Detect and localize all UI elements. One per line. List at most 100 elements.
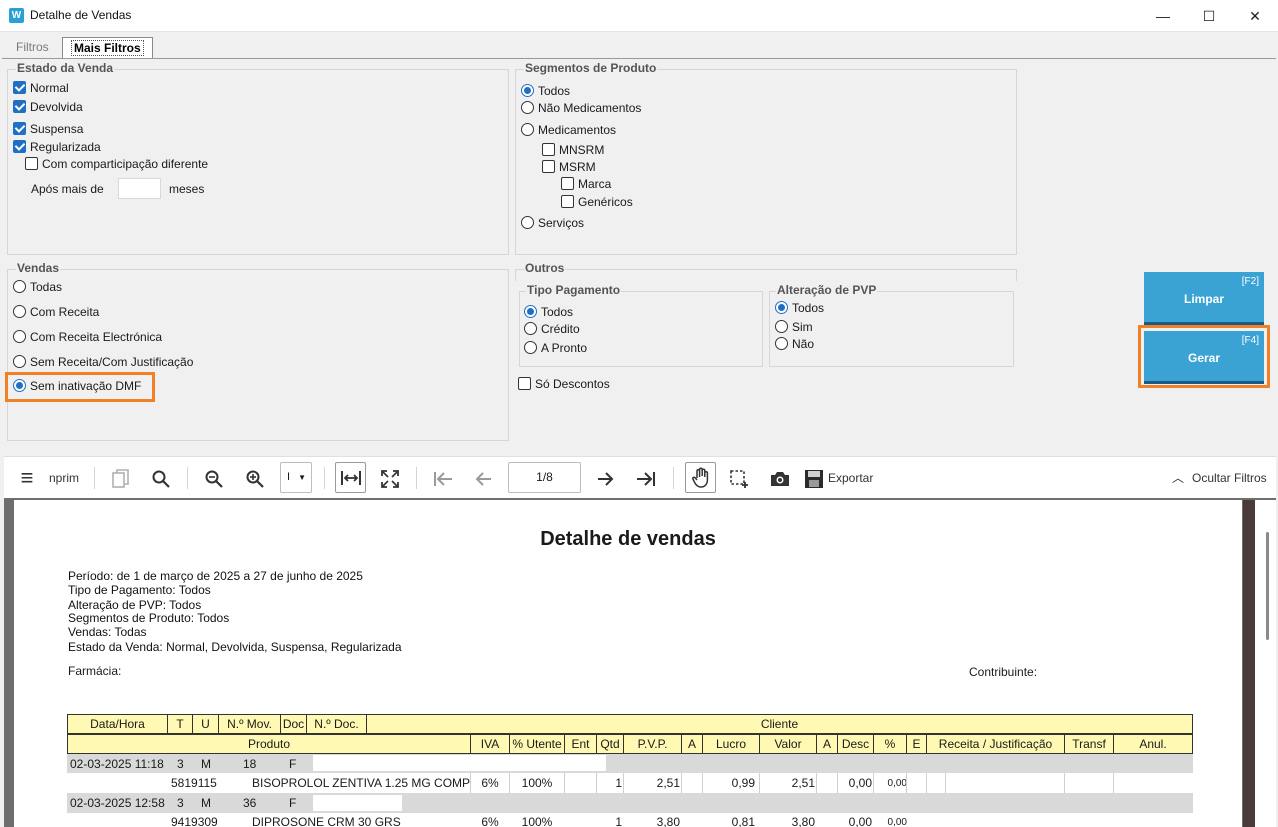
window-title: Detalhe de Vendas <box>30 8 132 22</box>
seg-nao-medicamentos-radio[interactable]: Não Medicamentos <box>521 100 641 116</box>
minimize-button[interactable]: — <box>1140 0 1186 32</box>
zoom-out-icon[interactable] <box>201 457 227 499</box>
zoom-in-icon[interactable] <box>242 457 268 499</box>
grid-line <box>596 773 597 793</box>
row2-iva: 6% <box>481 815 499 827</box>
radio-icon <box>775 337 788 350</box>
pag-todos-radio[interactable]: Todos <box>524 304 573 320</box>
pag-todos-label: Todos <box>541 305 574 319</box>
exportar-button[interactable]: Exportar <box>828 457 878 499</box>
tipo-pagamento-title: Tipo Pagamento <box>526 283 622 297</box>
msrm-label: MSRM <box>559 160 596 174</box>
row2-pct-utente: 100% <box>521 815 553 827</box>
seg-medicamentos-label: Medicamentos <box>538 123 617 137</box>
devolvida-checkbox[interactable]: Devolvida <box>13 99 83 115</box>
col-a2: A <box>816 734 838 754</box>
hand-tool-icon[interactable] <box>685 462 716 493</box>
fit-page-icon[interactable] <box>377 457 403 499</box>
vendas-todas-radio[interactable]: Todas <box>13 279 62 295</box>
row2-lucro: 0,81 <box>731 815 755 827</box>
col-e: E <box>906 734 927 754</box>
genericos-checkbox[interactable]: Genéricos <box>561 194 633 210</box>
search-icon[interactable] <box>148 457 174 499</box>
mnsrm-checkbox[interactable]: MNSRM <box>542 142 604 158</box>
report-segmentos: Segmentos de Produto: Todos <box>68 611 230 625</box>
tab-mais-filtros[interactable]: Mais Filtros <box>62 37 153 59</box>
row2-pct: 0,00 <box>887 817 907 827</box>
checkbox-checked-icon <box>13 140 26 153</box>
next-page-icon[interactable] <box>592 457 618 499</box>
regularizada-checkbox[interactable]: Regularizada <box>13 139 101 155</box>
first-page-icon[interactable] <box>430 457 456 499</box>
row1-data-hora: 02-03-2025 11:18 <box>70 757 164 771</box>
scrollbar-thumb[interactable] <box>1266 532 1269 640</box>
col-data-hora: Data/Hora <box>67 714 168 734</box>
previous-page-icon[interactable] <box>471 457 497 499</box>
suspensa-checkbox[interactable]: Suspensa <box>13 121 83 137</box>
camera-icon[interactable] <box>767 457 793 499</box>
col-n-doc: N.º Doc. <box>306 714 367 734</box>
chevron-down-icon: ▼ <box>298 473 306 482</box>
com-receita-electronica-radio[interactable]: Com Receita Electrónica <box>13 329 162 345</box>
pvp-nao-radio[interactable]: Não <box>775 336 814 352</box>
ocultar-filtros-button[interactable]: Ocultar Filtros <box>1192 457 1276 499</box>
radio-icon <box>775 320 788 333</box>
seg-servicos-radio[interactable]: Serviços <box>521 215 584 231</box>
radio-icon <box>13 305 26 318</box>
col-t: T <box>167 714 193 734</box>
seg-nao-medicamentos-label: Não Medicamentos <box>538 101 642 115</box>
chevron-up-icon[interactable]: ︿ <box>1166 457 1190 499</box>
row1-produto: BISOPROLOL ZENTIVA 1.25 MG COMP - ( <box>252 776 470 790</box>
grid-line <box>906 773 907 793</box>
save-disk-icon[interactable] <box>802 457 826 499</box>
pag-credito-radio[interactable]: Crédito <box>524 321 580 337</box>
msrm-checkbox[interactable]: MSRM <box>542 159 596 175</box>
col-a1: A <box>681 734 703 754</box>
pag-a-pronto-radio[interactable]: A Pronto <box>524 340 587 356</box>
menu-icon[interactable]: ≡ <box>14 457 40 499</box>
radio-icon <box>521 123 534 136</box>
seg-medicamentos-radio[interactable]: Medicamentos <box>521 122 616 138</box>
pvp-todos-radio[interactable]: Todos <box>775 300 824 316</box>
pag-a-pronto-label: A Pronto <box>541 341 588 355</box>
page-number-input[interactable]: 1/8 <box>508 462 581 493</box>
row2-pvp: 3,80 <box>656 815 680 827</box>
grid-line <box>681 773 682 793</box>
checkbox-unchecked-icon <box>561 195 574 208</box>
checkbox-checked-icon <box>13 100 26 113</box>
close-button[interactable]: ✕ <box>1232 0 1278 32</box>
copy-icon[interactable] <box>108 457 134 499</box>
row1-lucro: 0,99 <box>731 776 755 790</box>
fit-width-icon[interactable] <box>335 462 366 493</box>
estado-venda-title: Estado da Venda <box>16 61 115 75</box>
seg-servicos-label: Serviços <box>538 216 585 230</box>
com-receita-radio[interactable]: Com Receita <box>13 304 99 320</box>
last-page-icon[interactable] <box>633 457 659 499</box>
maximize-button[interactable]: ☐ <box>1186 0 1232 32</box>
limpar-button[interactable]: [F2] Limpar <box>1144 272 1264 325</box>
selection-tool-icon[interactable] <box>726 457 752 499</box>
apos-meses-input[interactable] <box>118 178 161 199</box>
radio-icon <box>13 330 26 343</box>
comparticipacao-checkbox[interactable]: Com comparticipação diferente <box>25 156 208 172</box>
normal-checkbox[interactable]: Normal <box>13 80 69 96</box>
sem-receita-radio[interactable]: Sem Receita/Com Justificação <box>13 354 193 370</box>
vendas-title: Vendas <box>16 261 61 275</box>
viewer-toolbar: ≡ nprim I ▼ 1/8 Exportar ︿ Ocultar Filtr… <box>4 456 1276 498</box>
seg-todos-radio[interactable]: Todos <box>521 83 570 99</box>
so-descontos-label: Só Descontos <box>535 377 610 391</box>
row1-desc: 0,00 <box>848 776 872 790</box>
tab-filtros[interactable]: Filtros <box>8 37 57 58</box>
suspensa-label: Suspensa <box>30 122 84 136</box>
checkbox-checked-icon <box>13 122 26 135</box>
marca-checkbox[interactable]: Marca <box>561 176 611 192</box>
pvp-sim-radio[interactable]: Sim <box>775 319 813 335</box>
com-receita-electronica-label: Com Receita Electrónica <box>30 330 163 344</box>
col-n-mov: N.º Mov. <box>218 714 281 734</box>
limpar-shortcut: [F2] <box>1241 276 1259 287</box>
zoom-value: I <box>287 471 291 483</box>
row1-valor: 2,51 <box>791 776 815 790</box>
zoom-select[interactable]: I ▼ <box>280 462 312 493</box>
so-descontos-checkbox[interactable]: Só Descontos <box>518 376 610 392</box>
print-button[interactable]: nprim <box>44 457 84 499</box>
